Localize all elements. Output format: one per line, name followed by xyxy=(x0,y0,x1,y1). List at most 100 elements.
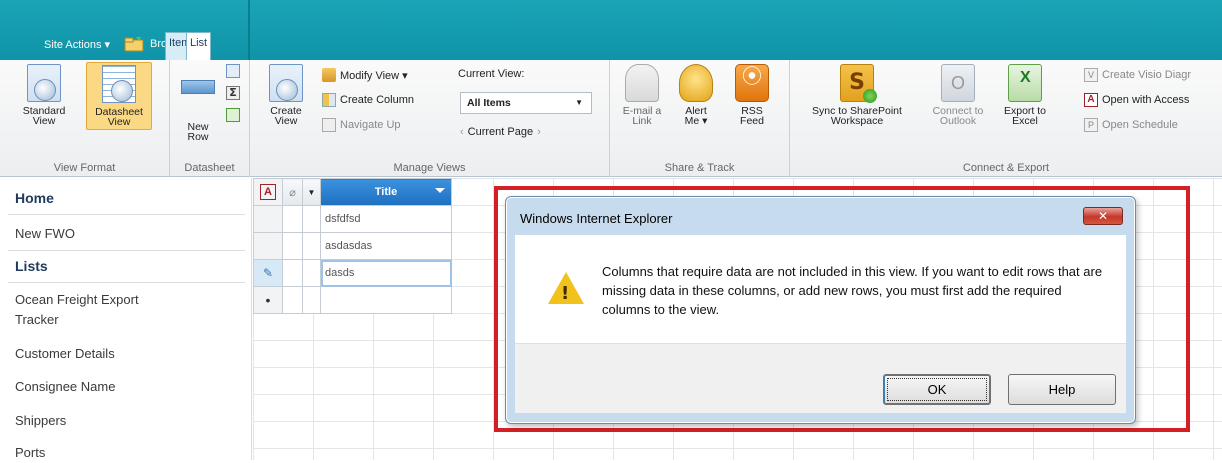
title-column-header[interactable]: Title xyxy=(320,178,452,206)
standard-view-icon xyxy=(27,64,61,102)
outlook-icon: O xyxy=(941,64,975,102)
alert-me-button[interactable]: Alert Me ▾ xyxy=(676,64,716,126)
row-selector[interactable] xyxy=(253,205,283,233)
current-view-label: Current View: xyxy=(458,68,525,80)
connect-outlook-button[interactable]: O Connect to Outlook xyxy=(930,64,986,126)
group-manage-views: Create View Modify View ▾ Create Column … xyxy=(250,60,610,177)
header-row: A ⌀ ▼ Title xyxy=(253,178,452,206)
access-icon: A xyxy=(260,184,276,200)
nav-item-ocean-freight[interactable]: Ocean Freight Export Tracker xyxy=(15,290,139,330)
title-cell-active[interactable]: dasds xyxy=(320,259,452,287)
table-row-new[interactable]: • xyxy=(253,286,452,314)
group-label: Manage Views xyxy=(393,162,466,174)
create-visio-button[interactable]: V Create Visio Diagr xyxy=(1084,68,1191,82)
nav-item-customer-details[interactable]: Customer Details xyxy=(15,344,115,364)
show-taskpane-icon[interactable] xyxy=(226,64,240,78)
menu-cell[interactable] xyxy=(302,232,321,260)
chevron-down-icon: ▼ xyxy=(307,187,316,197)
create-view-icon xyxy=(269,64,303,102)
divider xyxy=(8,282,245,283)
menu-cell[interactable] xyxy=(302,205,321,233)
new-row-button[interactable]: New Row xyxy=(178,64,218,142)
create-column-button[interactable]: Create Column xyxy=(322,93,414,107)
group-connect-export: S Sync to SharePoint Workspace O Connect… xyxy=(790,60,1222,177)
table-row[interactable]: asdasdas xyxy=(253,232,452,260)
current-view-select[interactable]: All Items ▼ xyxy=(460,92,592,114)
folder-icon[interactable] xyxy=(124,36,144,52)
row-selector-editing[interactable]: ✎ xyxy=(253,259,283,287)
navigate-up-icon xyxy=(322,118,336,132)
warning-exclamation: ! xyxy=(561,283,570,304)
create-column-icon xyxy=(322,93,336,107)
page-next-icon[interactable]: › xyxy=(537,126,541,138)
attachment-cell[interactable] xyxy=(282,232,303,260)
ok-button[interactable]: OK xyxy=(883,374,991,405)
attachment-cell[interactable] xyxy=(282,286,303,314)
navigate-up-button[interactable]: Navigate Up xyxy=(322,118,401,132)
attachment-cell[interactable] xyxy=(282,259,303,287)
divider xyxy=(8,250,245,251)
nav-item-shippers[interactable]: Shippers xyxy=(15,411,66,431)
group-share-track: E-mail a Link Alert Me ▾ RSS Feed Share … xyxy=(610,60,790,177)
tab-divider xyxy=(248,0,250,60)
email-link-button[interactable]: E-mail a Link xyxy=(620,64,664,126)
datasheet-view-button[interactable]: Datasheet View xyxy=(86,62,152,130)
access-icon: A xyxy=(1084,93,1098,107)
help-button[interactable]: Help xyxy=(1008,374,1116,405)
excel-icon xyxy=(1008,64,1042,102)
chevron-down-icon[interactable] xyxy=(435,188,445,193)
open-schedule-button[interactable]: P Open Schedule xyxy=(1084,118,1178,132)
current-page-nav[interactable]: ‹ Current Page › xyxy=(460,126,592,138)
group-datasheet: New Row Σ Datasheet xyxy=(170,60,250,177)
attachment-column-header[interactable]: ⌀ xyxy=(282,178,303,206)
table-row[interactable]: ✎ dasds xyxy=(253,259,452,287)
quick-launch: Home New FWO Lists Ocean Freight Export … xyxy=(0,178,252,460)
pencil-icon: ✎ xyxy=(262,266,274,280)
title-cell[interactable] xyxy=(320,286,452,314)
standard-view-button[interactable]: Standard View xyxy=(22,64,66,126)
column-menu-header[interactable]: ▼ xyxy=(302,178,321,206)
page-prev-icon[interactable]: ‹ xyxy=(460,126,464,138)
email-icon xyxy=(625,64,659,102)
nav-item-consignee-name[interactable]: Consignee Name xyxy=(15,377,115,397)
select-all-cell[interactable]: A xyxy=(253,178,283,206)
site-actions-menu[interactable]: Site Actions ▾ xyxy=(44,38,110,51)
nav-lists-heading[interactable]: Lists xyxy=(15,258,48,274)
focus-indicator xyxy=(887,378,987,401)
group-label: Datasheet xyxy=(184,162,235,174)
attachment-cell[interactable] xyxy=(282,205,303,233)
open-access-button[interactable]: A Open with Access xyxy=(1084,93,1189,107)
new-row-selector[interactable]: • xyxy=(253,286,283,314)
title-cell[interactable]: dsfdfsd xyxy=(320,205,452,233)
nav-new-fwo[interactable]: New FWO xyxy=(15,224,75,244)
visio-icon: V xyxy=(1084,68,1098,82)
alert-dialog: Windows Internet Explorer ✕ ! Columns th… xyxy=(505,196,1136,424)
rss-icon xyxy=(735,64,769,102)
sharepoint-workspace-icon: S xyxy=(840,64,877,103)
datasheet-view-icon xyxy=(102,65,136,103)
modify-view-button[interactable]: Modify View ▾ xyxy=(322,68,408,82)
rss-feed-button[interactable]: RSS Feed xyxy=(732,64,772,126)
tab-list[interactable]: List xyxy=(186,32,212,60)
menu-cell[interactable] xyxy=(302,286,321,314)
nav-item-ports[interactable]: Ports xyxy=(15,443,45,463)
nav-home[interactable]: Home xyxy=(15,190,54,206)
refresh-data-icon[interactable] xyxy=(226,108,240,122)
row-selector[interactable] xyxy=(253,232,283,260)
ribbon-top-bar: Site Actions ▾ Bro Item List xyxy=(0,0,1222,60)
export-excel-button[interactable]: Export to Excel xyxy=(1000,64,1050,126)
dialog-message: Columns that require data are not includ… xyxy=(602,264,1103,317)
group-label: Connect & Export xyxy=(962,162,1050,174)
totals-sigma-icon[interactable]: Σ xyxy=(226,86,240,100)
table-row[interactable]: dsfdfsd xyxy=(253,205,452,233)
title-cell[interactable]: asdasdas xyxy=(320,232,452,260)
close-icon[interactable]: ✕ xyxy=(1083,207,1123,225)
create-view-button[interactable]: Create View xyxy=(266,64,306,126)
menu-cell[interactable] xyxy=(302,259,321,287)
sync-workspace-button[interactable]: S Sync to SharePoint Workspace xyxy=(798,64,916,126)
dialog-footer: OK Help xyxy=(515,343,1126,413)
project-icon: P xyxy=(1084,118,1098,132)
group-view-format: Standard View Datasheet View View Format xyxy=(0,60,170,177)
ribbon: Standard View Datasheet View View Format… xyxy=(0,60,1222,177)
new-row-icon xyxy=(181,80,215,118)
